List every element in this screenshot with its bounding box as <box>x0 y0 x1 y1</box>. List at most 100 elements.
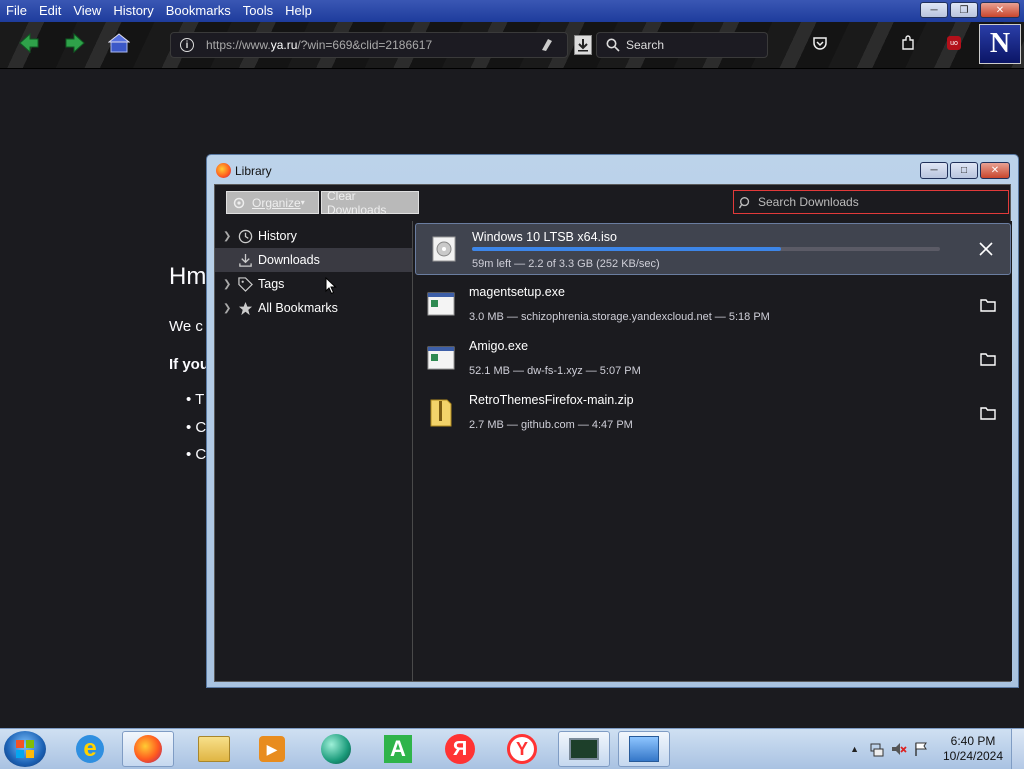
download-item[interactable]: Windows 10 LTSB x64.iso 59m left — 2.2 o… <box>415 223 1011 275</box>
globe-icon[interactable] <box>310 731 362 767</box>
download-name: RetroThemesFirefox-main.zip <box>469 393 634 407</box>
page-bullet: • C <box>186 446 207 463</box>
downloads-list: Windows 10 LTSB x64.iso 59m left — 2.2 o… <box>413 221 1012 681</box>
task-manager-icon[interactable] <box>558 731 610 767</box>
download-item[interactable]: Amigo.exe 52.1 MB — dw-fs-1.xyz — 5:07 P… <box>413 333 1012 385</box>
page-text-fragment-bold: If you <box>169 356 209 373</box>
url-text: https://www.ya.ru/?win=669&clid=2186617 <box>206 38 433 52</box>
firefox-icon[interactable] <box>122 731 174 767</box>
close-button[interactable]: ✕ <box>980 2 1020 18</box>
control-panel-icon[interactable] <box>618 731 670 767</box>
extensions-icon[interactable] <box>895 30 921 56</box>
disc-image-icon <box>430 235 458 263</box>
tree-item-all-bookmarks[interactable]: ❯ All Bookmarks <box>215 296 412 320</box>
menu-bookmarks[interactable]: Bookmarks <box>160 0 237 22</box>
navigation-toolbar: i https://www.ya.ru/?win=669&clid=218661… <box>0 22 1024 69</box>
file-explorer-icon[interactable] <box>188 731 240 767</box>
network-icon[interactable] <box>869 741 885 757</box>
library-sidebar-tree: ❯ History Downloads ❯ Tags ❯ All Bookmar… <box>215 221 413 681</box>
chevron-right-icon[interactable]: ❯ <box>223 231 235 242</box>
zip-icon <box>427 398 455 427</box>
download-status: 59m left — 2.2 of 3.3 GB (252 KB/sec) <box>472 258 660 270</box>
gear-icon <box>233 197 245 208</box>
url-bar[interactable]: i https://www.ya.ru/?win=669&clid=218661… <box>170 32 568 58</box>
taskbar: e ▶ A Я Y ▲ 6:40 PM 10/24/2024 <box>0 728 1024 769</box>
tree-item-tags[interactable]: ❯ Tags <box>215 272 412 296</box>
yandex-browser-icon[interactable]: Y <box>496 731 548 767</box>
library-maximize-button[interactable]: □ <box>950 162 978 179</box>
library-minimize-button[interactable]: ─ <box>920 162 948 179</box>
tray-expand-icon[interactable]: ▲ <box>850 744 859 754</box>
clock-icon <box>237 228 253 244</box>
library-window: Library ─ □ ✕ Organize ▾ Clear Downloads… <box>206 154 1019 688</box>
search-downloads-input[interactable]: Search Downloads <box>733 190 1009 214</box>
menu-history[interactable]: History <box>107 0 159 22</box>
home-icon[interactable] <box>106 30 132 56</box>
library-close-button[interactable]: ✕ <box>980 162 1010 179</box>
system-clock[interactable]: 6:40 PM 10/24/2024 <box>935 734 1011 764</box>
action-center-flag-icon[interactable] <box>913 741 929 757</box>
organize-button[interactable]: Organize ▾ <box>226 191 319 214</box>
download-name: magentsetup.exe <box>469 285 565 299</box>
download-status: 3.0 MB — schizophrenia.storage.yandexclo… <box>469 311 770 323</box>
tag-icon <box>237 276 253 292</box>
yandex-ya-icon[interactable]: Я <box>434 731 486 767</box>
windows-logo-icon <box>16 740 34 758</box>
site-info-icon[interactable]: i <box>180 38 194 52</box>
page-bullet: • C <box>186 419 207 436</box>
library-toolbar: Organize ▾ Clear Downloads Search Downlo… <box>215 185 1010 221</box>
tree-item-history[interactable]: ❯ History <box>215 224 412 248</box>
download-name: Windows 10 LTSB x64.iso <box>472 230 617 244</box>
library-content: Organize ▾ Clear Downloads Search Downlo… <box>214 184 1012 682</box>
yandex-a-icon[interactable]: A <box>372 731 424 767</box>
internet-explorer-icon[interactable]: e <box>64 731 116 767</box>
back-arrow-icon[interactable] <box>16 30 42 56</box>
download-name: Amigo.exe <box>469 339 529 353</box>
start-button[interactable] <box>4 731 46 767</box>
download-status: 2.7 MB — github.com — 4:47 PM <box>469 419 633 431</box>
minimize-button[interactable]: ─ <box>920 2 948 18</box>
menu-help[interactable]: Help <box>279 0 318 22</box>
cancel-icon[interactable] <box>976 239 996 259</box>
menu-tools[interactable]: Tools <box>237 0 279 22</box>
search-bar[interactable]: Search <box>596 32 768 58</box>
restore-button[interactable]: ❐ <box>950 2 978 18</box>
page-text-fragment: We c <box>169 318 203 335</box>
download-status: 52.1 MB — dw-fs-1.xyz — 5:07 PM <box>469 365 641 377</box>
menu-edit[interactable]: Edit <box>33 0 67 22</box>
reader-mode-icon[interactable] <box>539 37 555 56</box>
chevron-right-icon[interactable]: ❯ <box>223 303 235 314</box>
clear-downloads-button[interactable]: Clear Downloads <box>321 189 419 217</box>
clock-date: 10/24/2024 <box>942 749 1004 763</box>
menu-view[interactable]: View <box>67 0 107 22</box>
download-item[interactable]: RetroThemesFirefox-main.zip 2.7 MB — git… <box>413 387 1012 439</box>
library-title: Library <box>235 164 272 178</box>
tree-item-downloads[interactable]: Downloads <box>215 248 412 272</box>
search-icon <box>606 38 620 52</box>
pocket-icon[interactable] <box>807 30 833 56</box>
system-tray: ▲ 6:40 PM 10/24/2024 <box>850 729 1024 769</box>
download-item[interactable]: magentsetup.exe 3.0 MB — schizophrenia.s… <box>413 279 1012 331</box>
chevron-right-icon[interactable]: ❯ <box>223 279 235 290</box>
show-desktop-button[interactable] <box>1011 729 1024 769</box>
menu-file[interactable]: File <box>0 0 33 22</box>
folder-icon[interactable] <box>978 403 998 423</box>
search-icon <box>739 196 750 208</box>
search-placeholder: Search <box>626 38 665 52</box>
download-progress-bar <box>472 247 940 251</box>
volume-muted-icon[interactable] <box>891 741 907 757</box>
folder-icon[interactable] <box>978 349 998 369</box>
page-heading-fragment: Hm <box>169 263 207 290</box>
mouse-cursor-icon <box>325 277 337 295</box>
exe-icon <box>427 344 455 372</box>
library-window-controls: ─ □ ✕ <box>920 162 1010 179</box>
clock-time: 6:40 PM <box>950 734 996 748</box>
forward-arrow-icon[interactable] <box>62 30 88 56</box>
ublock-icon[interactable]: uo <box>941 30 967 56</box>
star-icon <box>237 300 253 316</box>
firefox-icon <box>216 163 231 178</box>
folder-icon[interactable] <box>978 295 998 315</box>
download-icon <box>237 252 253 268</box>
media-player-icon[interactable]: ▶ <box>246 731 298 767</box>
download-arrow-icon[interactable] <box>574 35 592 55</box>
